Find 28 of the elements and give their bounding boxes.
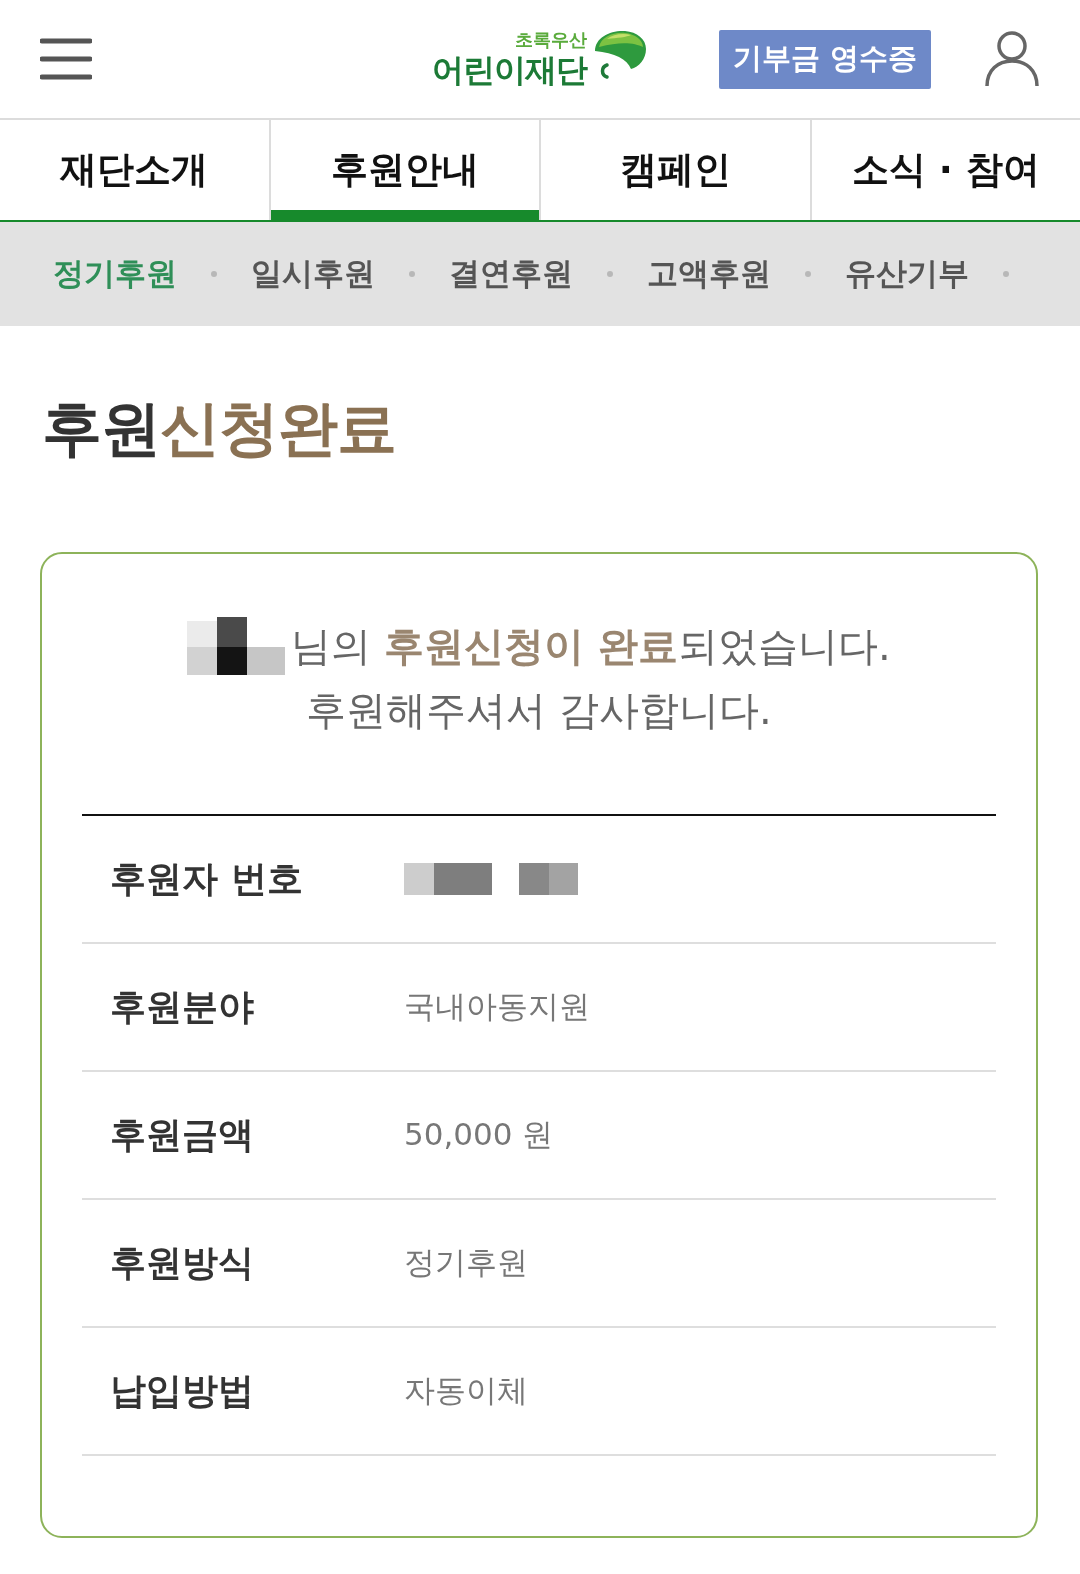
row-value: 자동이체 <box>404 1371 528 1410</box>
row-label: 후원분야 <box>109 984 254 1029</box>
row-label: 후원금액 <box>109 1112 254 1157</box>
dot-icon <box>211 271 217 277</box>
logo-text: 어린이재단 <box>432 51 587 89</box>
row-label: 후원자 번호 <box>109 856 303 901</box>
thanks-message: 후원해주셔서 감사합니다. <box>306 686 772 735</box>
row-label: 후원방식 <box>109 1240 254 1285</box>
menu-icon[interactable] <box>40 37 92 81</box>
row-value: 정기후원 <box>404 1243 528 1282</box>
subnav-tab[interactable]: 고액후원 <box>647 253 771 295</box>
receipt-button[interactable]: 기부금 영수증 <box>719 29 931 89</box>
page-title: 후원신청완료 <box>42 392 396 464</box>
row-label: 납입방법 <box>109 1368 254 1413</box>
subnav-tab[interactable]: 결연후원 <box>449 253 573 295</box>
subnav-tab[interactable]: 유산기부 <box>845 253 969 295</box>
dot-icon <box>805 271 811 277</box>
user-icon[interactable] <box>984 30 1040 88</box>
subnav-tab[interactable]: 정기후원 <box>53 253 177 295</box>
dot-icon <box>607 271 613 277</box>
dot-icon <box>409 271 415 277</box>
row-value: 국내아동지원 <box>404 987 590 1026</box>
nav-tab[interactable]: 후원안내 <box>268 120 539 220</box>
row-value: 50,000 원 <box>404 1115 554 1154</box>
confirmation-message: 님의 후원신청이 완료되었습니다. <box>291 622 891 671</box>
logo-tagline: 초록우산 <box>515 29 587 51</box>
subnav-tab[interactable]: 일시후원 <box>251 253 375 295</box>
dot-icon <box>1003 271 1009 277</box>
